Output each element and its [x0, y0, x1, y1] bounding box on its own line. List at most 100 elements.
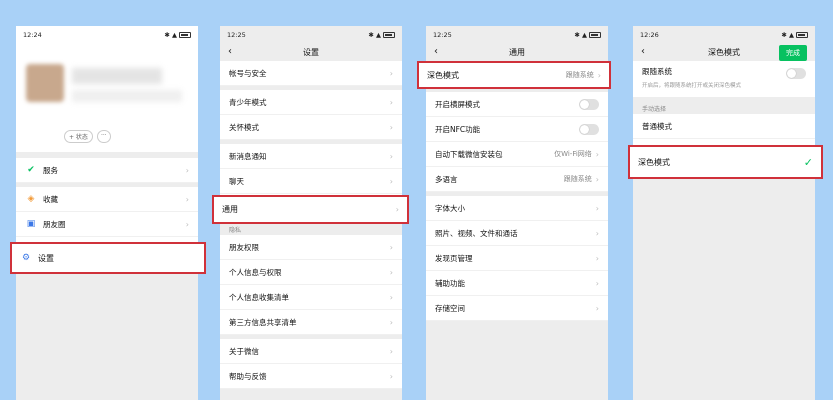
- nav-bar: ‹ 设置: [220, 44, 402, 61]
- toggle-row-nfc[interactable]: 开启NFC功能: [426, 117, 608, 142]
- chevron-right-icon: ›: [185, 194, 189, 204]
- item-label: 帮助与反馈: [229, 371, 267, 381]
- nav-bar: ‹ 深色模式 完成: [633, 44, 815, 61]
- chevron-right-icon: ›: [389, 242, 393, 252]
- landscape-toggle[interactable]: [579, 98, 599, 110]
- settings-item[interactable]: 字体大小 ›: [426, 196, 608, 221]
- item-label: 普通模式: [642, 121, 672, 131]
- chevron-right-icon: ›: [389, 151, 393, 161]
- settings-item[interactable]: 辅助功能 ›: [426, 271, 608, 296]
- settings-item[interactable]: 第三方信息共享清单 ›: [220, 310, 402, 335]
- menu-item-service[interactable]: ✔ 服务 ›: [16, 158, 198, 183]
- settings-item[interactable]: 存储空间 ›: [426, 296, 608, 321]
- settings-item[interactable]: 关怀模式 ›: [220, 115, 402, 140]
- chevron-right-icon: ›: [389, 122, 393, 132]
- general-highlight[interactable]: 通用 ›: [212, 195, 409, 224]
- settings-item[interactable]: 朋友权限 ›: [220, 235, 402, 260]
- chevron-right-icon: ›: [389, 267, 393, 277]
- settings-item[interactable]: 新消息通知 ›: [220, 144, 402, 169]
- page-title: 设置: [303, 48, 319, 57]
- item-label: 存储空间: [435, 303, 465, 313]
- back-icon[interactable]: ‹: [641, 46, 645, 57]
- settings-item[interactable]: 帮助与反馈 ›: [220, 364, 402, 389]
- status-time: 12:25: [227, 31, 246, 39]
- battery-icon: [383, 32, 395, 38]
- battery-icon: [796, 32, 808, 38]
- chevron-right-icon: ›: [389, 292, 393, 302]
- settings-label: 设置: [38, 253, 54, 263]
- checkmark-icon: ✓: [803, 155, 813, 169]
- toggle-row-landscape[interactable]: 开启横屏模式: [426, 92, 608, 117]
- chevron-right-icon: ›: [595, 228, 599, 238]
- settings-item[interactable]: 聊天 ›: [220, 169, 402, 194]
- item-label: 第三方信息共享清单: [229, 317, 297, 327]
- settings-item[interactable]: 青少年模式 ›: [220, 90, 402, 115]
- item-label: 多语言: [435, 174, 458, 184]
- item-label: 帐号与安全: [229, 68, 267, 78]
- item-label: 开启NFC功能: [435, 124, 481, 134]
- status-icons: ✱ ▲: [368, 31, 395, 39]
- settings-item[interactable]: 个人信息收集清单 ›: [220, 285, 402, 310]
- chevron-right-icon: ›: [595, 278, 599, 288]
- page-title: 通用: [509, 48, 525, 57]
- dark-mode-option-highlight[interactable]: 深色模式 ✓: [628, 145, 823, 179]
- general-label: 通用: [222, 205, 238, 214]
- item-value: 跟随系统: [563, 175, 592, 183]
- settings-item[interactable]: 照片、视频、文件和通话 ›: [426, 221, 608, 246]
- dark-mode-label: 深色模式: [427, 70, 459, 80]
- nfc-toggle[interactable]: [579, 123, 599, 135]
- chevron-right-icon: ›: [185, 165, 189, 175]
- follow-system-toggle[interactable]: [786, 68, 806, 79]
- status-bar: 12:24 ✱ ▲: [16, 26, 198, 44]
- dark-mode-highlight[interactable]: 深色模式 跟随系统 ›: [417, 61, 611, 89]
- favorites-icon: ◈: [27, 194, 35, 204]
- item-label: 新消息通知: [229, 151, 267, 161]
- language-row[interactable]: 多语言 跟随系统 ›: [426, 167, 608, 192]
- chevron-right-icon: ›: [389, 97, 393, 107]
- menu-item-moments[interactable]: ▣ 朋友圈 ›: [16, 212, 198, 237]
- dark-mode-option-label: 深色模式: [638, 157, 670, 167]
- menu-item-label: 收藏: [43, 194, 58, 204]
- chevron-right-icon: ›: [395, 205, 399, 214]
- phone-dark-mode: 12:26 ✱ ▲ ‹ 深色模式 完成 跟随系统 开启后，将跟随系统打开或关闭深…: [633, 26, 815, 400]
- chevron-right-icon: ›: [597, 70, 601, 80]
- item-label: 个人信息收集清单: [229, 292, 289, 302]
- profile-actions: + 状态 ···: [64, 130, 111, 143]
- battery-icon: [179, 32, 191, 38]
- status-button[interactable]: + 状态: [64, 130, 93, 143]
- settings-item[interactable]: 个人信息与权限 ›: [220, 260, 402, 285]
- item-label: 朋友权限: [229, 242, 259, 252]
- profile-id-blurred: [72, 90, 182, 102]
- back-icon[interactable]: ‹: [434, 46, 438, 57]
- status-bar: 12:26 ✱ ▲: [633, 26, 815, 44]
- chevron-right-icon: ›: [389, 317, 393, 327]
- back-icon[interactable]: ‹: [228, 46, 232, 57]
- settings-item[interactable]: 帐号与安全 ›: [220, 61, 402, 86]
- service-icon: ✔: [27, 165, 35, 175]
- chevron-right-icon: ›: [389, 176, 393, 186]
- follow-system-row[interactable]: 跟随系统 开启后，将跟随系统打开或关闭深色模式: [633, 61, 815, 97]
- chevron-right-icon: ›: [595, 174, 599, 184]
- profile-header[interactable]: + 状态 ···: [16, 44, 198, 143]
- chevron-right-icon: ›: [389, 346, 393, 356]
- page-title: 深色模式: [708, 48, 740, 57]
- battery-icon: [589, 32, 601, 38]
- dark-mode-value: 跟随系统: [565, 71, 594, 79]
- avatar[interactable]: [26, 64, 64, 102]
- more-button[interactable]: ···: [96, 130, 111, 143]
- auto-download-row[interactable]: 自动下载微信安装包 仅Wi-Fi网络 ›: [426, 142, 608, 167]
- menu-item-favorites[interactable]: ◈ 收藏 ›: [16, 187, 198, 212]
- status-bar: 12:25 ✱ ▲: [426, 26, 608, 44]
- status-time: 12:24: [23, 31, 42, 39]
- menu-item-label: 服务: [43, 165, 58, 175]
- done-button[interactable]: 完成: [779, 45, 807, 61]
- item-value: 仅Wi-Fi网络: [554, 150, 592, 158]
- settings-item[interactable]: 发现页管理 ›: [426, 246, 608, 271]
- normal-mode-row[interactable]: 普通模式: [633, 114, 815, 139]
- settings-highlight[interactable]: ⚙ 设置: [10, 242, 206, 274]
- settings-item[interactable]: 关于微信 ›: [220, 339, 402, 364]
- item-label: 辅助功能: [435, 278, 465, 288]
- status-icons: ✱ ▲: [574, 31, 601, 39]
- gear-icon: ⚙: [21, 253, 31, 263]
- item-label: 自动下载微信安装包: [435, 149, 503, 159]
